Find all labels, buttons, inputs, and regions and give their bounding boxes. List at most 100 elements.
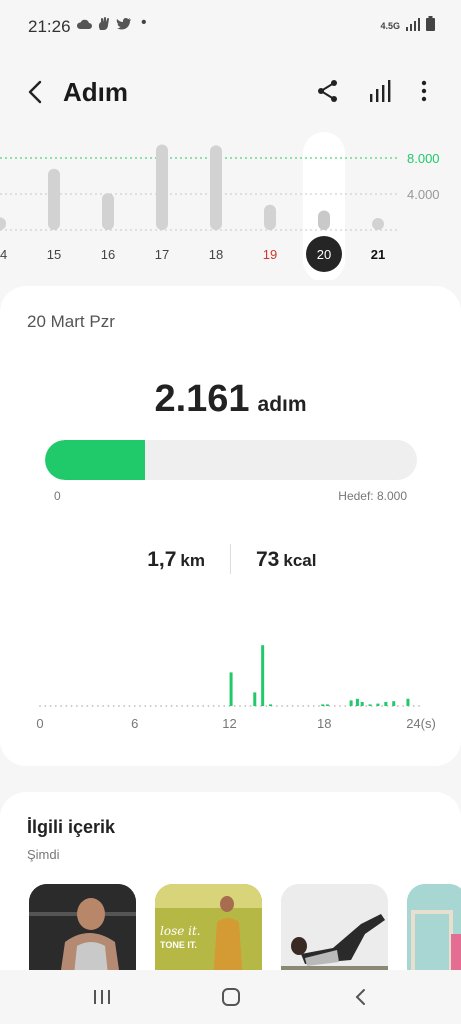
hourly-bar [392,701,396,706]
hourly-baseline-dot [175,705,178,707]
cloud-icon [76,19,92,29]
hourly-baseline-dot [249,705,252,707]
hourly-baseline-dot [91,705,94,707]
day-stats: 1,7 km 73 kcal [0,544,461,584]
share-icon[interactable] [313,76,343,106]
network-label: 4.5G [380,21,400,31]
more-vert-icon[interactable] [409,76,439,106]
hourly-baseline-dot [133,705,136,707]
hourly-baseline-dot [339,705,341,707]
hourly-baseline-dot [381,705,384,707]
hourly-baseline-dot [418,705,420,707]
weekly-steps-chart[interactable]: 8.000 4.000 14 15 16 17 18 19 20 21 [0,130,461,280]
related-thumb-window[interactable] [407,884,461,984]
hourly-baseline-dot [333,705,336,707]
status-time: 21:26 [28,17,71,36]
hourly-baseline-dot [212,705,215,707]
signal-icon [406,18,420,31]
week-day-label: 16 [101,247,115,262]
distance-unit: km [180,551,205,570]
selected-date: 20 Mart Pzr [27,312,115,331]
status-right: 4.5G [380,16,435,31]
hourly-baseline-dot [307,705,310,707]
related-thumb-lose-it[interactable]: lose it. TONE IT. [155,884,262,984]
calories-value: 73 [256,548,280,571]
hourly-baseline-dot [181,705,184,707]
calories-stat: 73 kcal [256,548,316,572]
hourly-tick-label: 0 [36,716,43,731]
week-day-label: 14 [0,247,7,262]
hourly-baseline-dot [207,705,210,707]
week-bar-19 [264,204,276,230]
app-bar: Adım [0,60,461,124]
hourly-baseline-dot [218,705,220,707]
week-day-label: 17 [155,247,169,262]
hourly-baseline-dot [70,705,73,707]
hourly-bar [261,645,265,706]
progress-min-label: 0 [54,489,61,503]
hourly-baseline-dot [128,705,131,707]
week-day-label: 18 [209,247,223,262]
hourly-baseline-dot [160,705,162,707]
hourly-baseline-dot [139,705,141,707]
related-title: İlgili içerik [27,817,116,837]
bar-chart-icon[interactable] [366,76,396,106]
hourly-baseline-dot [302,705,305,707]
hourly-bar [229,672,233,706]
hourly-tick-label: 6 [131,716,138,731]
hourly-baseline-dot [397,705,399,707]
week-bar-14 [0,217,6,230]
hourly-baseline-dot [265,705,268,707]
hourly-bar [384,702,388,706]
related-subtitle: Şimdi [27,847,60,862]
recents-icon[interactable] [91,988,113,1006]
hourly-baseline-dot [312,705,315,707]
hourly-baseline-dot [223,705,226,707]
hourly-baseline-dot [102,705,105,707]
distance-stat: 1,7 km [147,548,205,572]
hourly-baseline-dot [39,705,41,707]
hourly-tick-label: 24(s) [406,716,436,731]
hourly-bar [253,692,257,706]
hourly-baseline-dot [170,705,173,707]
hourly-bar [355,698,359,706]
hourly-baseline-dot [297,705,299,707]
hourly-bar [376,703,380,706]
hourly-baseline-dot [97,705,99,707]
hourly-baseline-dot [318,705,320,707]
week-bar-15 [48,168,60,230]
stat-divider [230,544,231,574]
chevron-left-icon[interactable] [22,74,50,110]
hourly-baseline-dot [149,705,152,707]
hourly-baseline-dot [60,705,62,707]
hourly-baseline-dot [344,705,347,707]
week-bar-16 [102,193,114,230]
progress-goal-label: Hedef: 8.000 [338,489,407,503]
battery-icon [426,16,435,31]
hourly-baseline-dot [165,705,168,707]
goal-label: 8.000 [407,151,440,166]
related-thumb-workout[interactable] [29,884,136,984]
hourly-baseline-dot [281,705,284,707]
notification-dot: • [141,14,147,31]
steps-unit: adım [257,393,307,416]
hourly-baseline-dot [54,705,57,707]
home-icon[interactable] [221,987,241,1007]
week-bar-17 [156,144,168,230]
related-thumb-exercise[interactable] [281,884,388,984]
hourly-baseline-dot [202,705,205,707]
hourly-baseline-dot [154,705,157,707]
exercise-image [281,884,388,984]
hourly-bar [269,704,273,706]
system-nav-bar [0,970,461,1024]
back-icon[interactable] [352,987,368,1007]
calories-unit: kcal [283,551,317,570]
hourly-baseline-dot [275,705,278,707]
hourly-bar [406,698,410,706]
hourly-tick-label: 12 [222,716,236,731]
hourly-baseline-dot [291,705,294,707]
hourly-baseline-dot [49,705,52,707]
lose-it-line2: TONE IT. [160,940,197,950]
hourly-bar [360,702,364,706]
hourly-baseline-dot [75,705,78,707]
